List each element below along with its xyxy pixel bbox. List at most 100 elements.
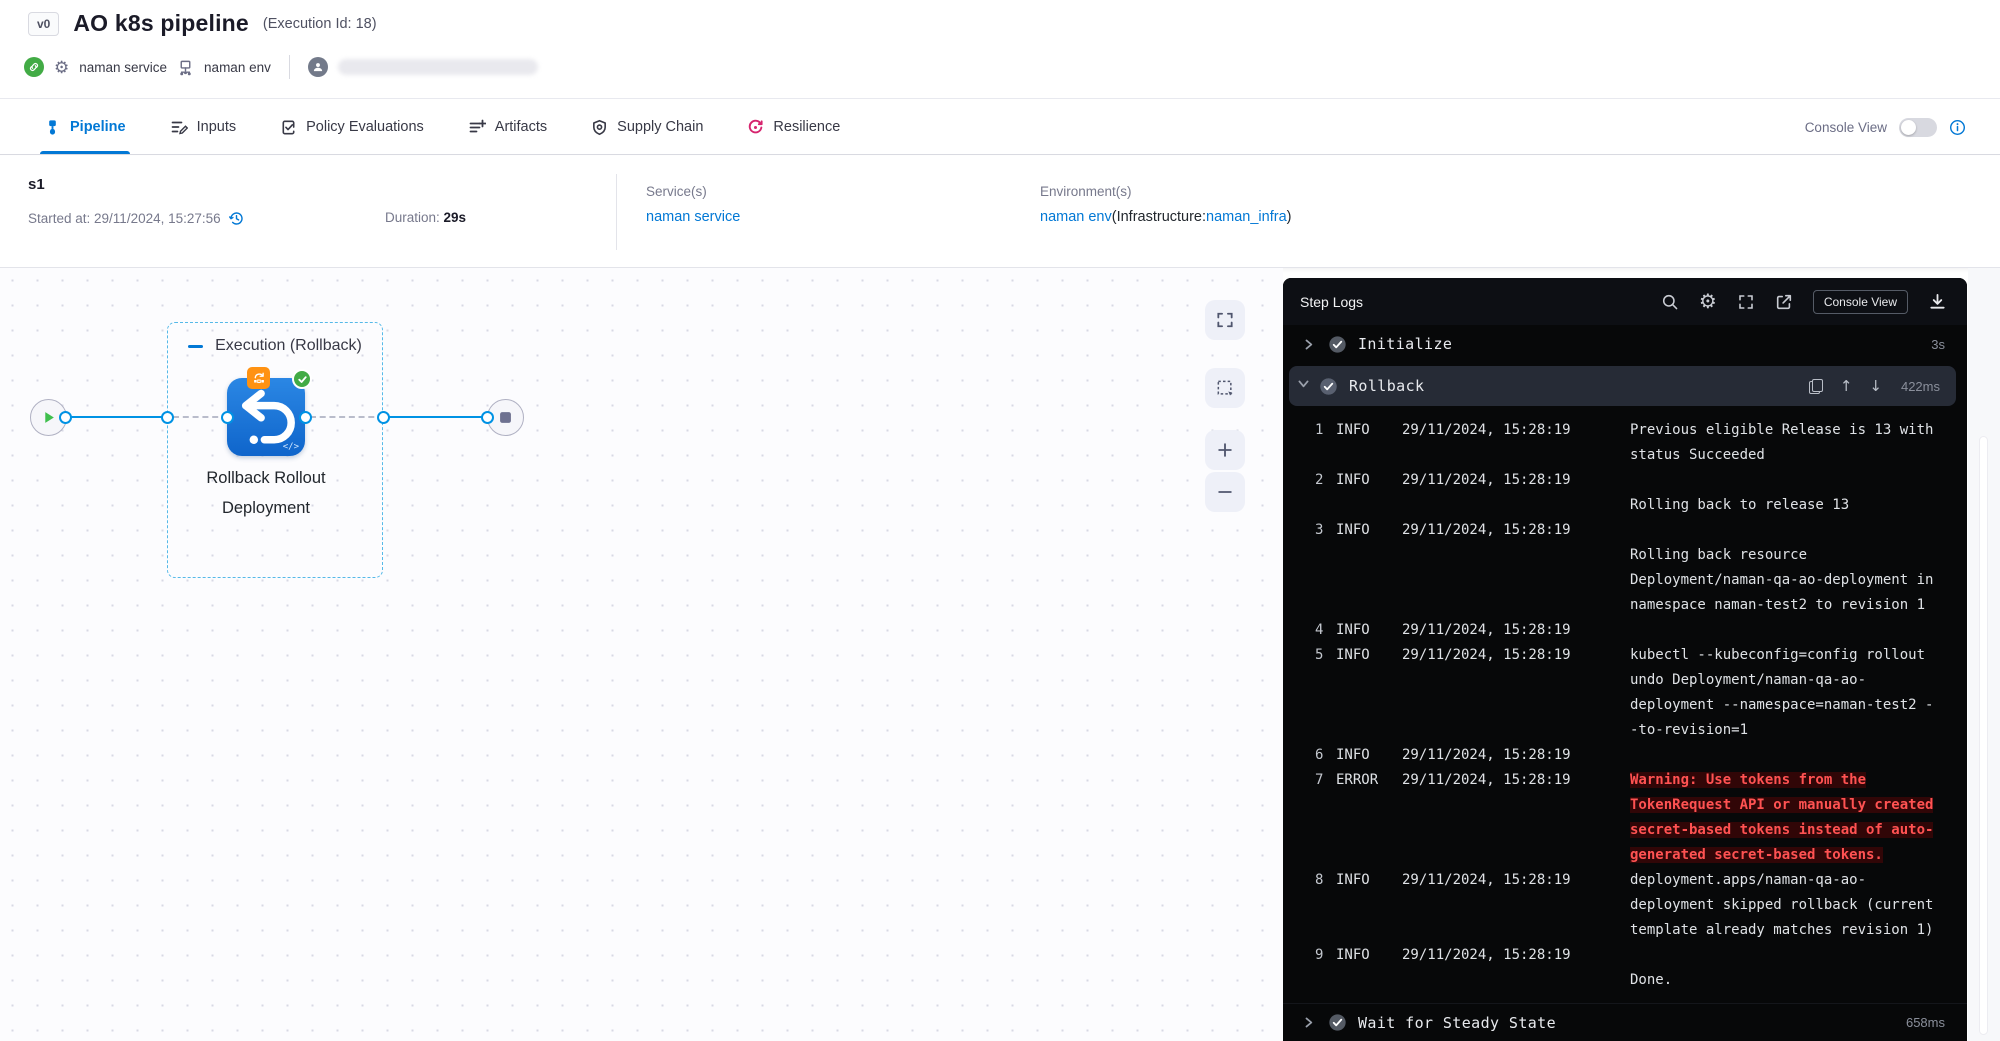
connector-dot	[299, 411, 312, 424]
log-level: INFO	[1336, 743, 1402, 768]
divider	[289, 55, 290, 79]
log-line-error: 7ERROR29/11/2024, 15:28:19Warning: Use t…	[1283, 768, 1967, 868]
log-line: 1INFO29/11/2024, 15:28:19Previous eligib…	[1283, 418, 1967, 468]
log-message: Previous eligible Release is 13 with sta…	[1630, 418, 1947, 468]
log-level: INFO	[1336, 643, 1402, 743]
chevron-down-icon[interactable]	[1297, 377, 1310, 395]
infrastructure-suffix: )	[1287, 209, 1292, 225]
marquee-select-button[interactable]	[1205, 368, 1245, 408]
tab-label: Supply Chain	[617, 119, 703, 135]
log-line: 4INFO29/11/2024, 15:28:19	[1283, 618, 1967, 643]
infrastructure-prefix: (Infrastructure:	[1112, 209, 1206, 225]
rollback-step-node[interactable]: </>	[227, 378, 305, 456]
service-name-label[interactable]: naman service	[79, 60, 167, 75]
app-header: v0 AO k8s pipeline (Execution Id: 18) ⚙ …	[0, 0, 2000, 99]
log-line-number: 4	[1315, 618, 1336, 643]
chevron-right-icon[interactable]	[1297, 1016, 1319, 1029]
chevron-right-icon[interactable]	[1297, 338, 1319, 351]
collapse-icon[interactable]	[188, 345, 203, 348]
log-line-number: 1	[1315, 418, 1336, 468]
pipeline-meta-row: ⚙ naman service naman env	[24, 54, 538, 80]
history-icon[interactable]	[228, 210, 245, 227]
avatar	[308, 57, 328, 77]
tab-label: Inputs	[197, 119, 237, 135]
tab-inputs[interactable]: Inputs	[170, 100, 237, 154]
gear-icon: ⚙	[54, 59, 69, 76]
connector-dot	[481, 411, 494, 424]
log-message: Rolling back resource Deployment/naman-q…	[1630, 518, 1947, 618]
tab-label: Artifacts	[495, 119, 547, 135]
title-row: v0 AO k8s pipeline (Execution Id: 18)	[28, 10, 377, 37]
log-panel-title: Step Logs	[1300, 294, 1363, 310]
log-timestamp: 29/11/2024, 15:28:19	[1402, 468, 1630, 518]
environment-value: naman env(Infrastructure:naman_infra)	[1040, 209, 1291, 225]
console-view-toggle[interactable]	[1899, 118, 1937, 137]
infrastructure-link[interactable]: naman_infra	[1206, 209, 1287, 225]
scroll-down-icon[interactable]: ↓	[1869, 377, 1882, 395]
log-line: 6INFO29/11/2024, 15:28:19	[1283, 743, 1967, 768]
tab-label: Pipeline	[70, 119, 126, 135]
environment-link[interactable]: naman env	[1040, 209, 1112, 225]
info-icon[interactable]	[1949, 119, 1966, 136]
log-timestamp: 29/11/2024, 15:28:19	[1402, 868, 1630, 943]
download-icon[interactable]	[1928, 292, 1947, 311]
rollout-badge-icon	[247, 367, 270, 389]
execution-id: (Execution Id: 18)	[263, 16, 377, 32]
copy-icon[interactable]	[1809, 379, 1823, 394]
tab-pipeline[interactable]: Pipeline	[44, 100, 126, 154]
tab-resilience[interactable]: Resilience	[747, 100, 840, 154]
section-name: Rollback	[1349, 377, 1424, 395]
scroll-up-icon[interactable]: ↑	[1840, 377, 1853, 395]
zoom-in-button[interactable]	[1205, 430, 1245, 470]
tab-artifacts[interactable]: Artifacts	[468, 100, 547, 154]
stage-name: s1	[28, 176, 45, 193]
stage-duration: Duration: 29s	[385, 210, 466, 225]
edge-start-to-group	[62, 416, 168, 418]
log-line-number: 7	[1315, 768, 1336, 868]
fit-to-screen-button[interactable]	[1205, 300, 1245, 340]
log-message	[1630, 743, 1947, 768]
tab-policy-evaluations[interactable]: Policy Evaluations	[280, 100, 424, 154]
search-icon[interactable]	[1661, 293, 1679, 311]
started-at-text: Started at: 29/11/2024, 15:27:56	[28, 211, 221, 226]
tab-supply-chain[interactable]: Supply Chain	[591, 100, 703, 154]
log-line-number: 3	[1315, 518, 1336, 618]
connector-dot	[161, 411, 174, 424]
scrollbar-thumb[interactable]	[1979, 436, 1988, 1035]
open-in-new-icon[interactable]	[1775, 293, 1793, 311]
console-view-button[interactable]: Console View	[1813, 290, 1908, 314]
log-line: 8INFO29/11/2024, 15:28:19deployment.apps…	[1283, 868, 1967, 943]
success-check-icon	[1319, 377, 1338, 396]
connector-dot	[221, 411, 234, 424]
log-timestamp: 29/11/2024, 15:28:19	[1402, 643, 1630, 743]
section-name: Initialize	[1358, 335, 1452, 353]
log-line-number: 9	[1315, 943, 1336, 993]
section-duration: 3s	[1931, 337, 1945, 352]
services-label: Service(s)	[646, 184, 740, 199]
fullscreen-icon[interactable]	[1737, 293, 1755, 311]
success-check-icon	[1328, 1013, 1347, 1032]
tab-label: Policy Evaluations	[306, 119, 424, 135]
pipeline-canvas[interactable]: Execution (Rollback) </> Rollback Rollou…	[0, 268, 1283, 1041]
log-level: INFO	[1336, 418, 1402, 468]
section-name: Wait for Steady State	[1358, 1014, 1556, 1032]
log-message: Rolling back to release 13	[1630, 468, 1947, 518]
log-section-wait-for-steady-state[interactable]: Wait for Steady State 658ms	[1283, 1003, 1967, 1041]
log-body[interactable]: 1INFO29/11/2024, 15:28:19Previous eligib…	[1283, 409, 1967, 1003]
log-level: ERROR	[1336, 768, 1402, 868]
page-title: AO k8s pipeline	[73, 10, 249, 37]
environment-name-label[interactable]: naman env	[204, 60, 271, 75]
log-line: 2INFO29/11/2024, 15:28:19 Rolling back t…	[1283, 468, 1967, 518]
environments-label: Environment(s)	[1040, 184, 1291, 199]
log-line: 5INFO29/11/2024, 15:28:19kubectl --kubec…	[1283, 643, 1967, 743]
rollback-tools: ↑ ↓ 422ms	[1809, 377, 1940, 395]
log-section-rollback[interactable]: Rollback ↑ ↓ 422ms	[1289, 366, 1956, 406]
divider	[616, 174, 617, 250]
service-link[interactable]: naman service	[646, 209, 740, 225]
zoom-out-button[interactable]	[1205, 472, 1245, 512]
gear-icon[interactable]: ⚙	[1699, 292, 1717, 312]
connector-dot	[59, 411, 72, 424]
node-caption: Rollback Rollout Deployment	[166, 463, 366, 523]
log-section-initialize[interactable]: Initialize 3s	[1283, 325, 1967, 363]
log-level: INFO	[1336, 868, 1402, 943]
